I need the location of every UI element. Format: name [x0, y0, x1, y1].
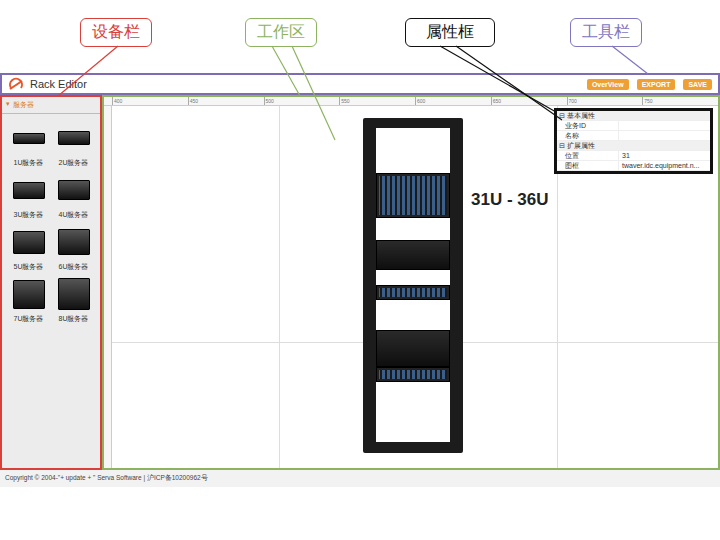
- annotation-lines: [0, 0, 720, 540]
- server-icon: [58, 278, 90, 310]
- device-group[interactable]: ▾服务器: [2, 97, 100, 114]
- ruler-tick: 750: [642, 97, 718, 105]
- property-box[interactable]: ⊟基本属性业务ID名称⊟扩展属性位置31图框twaver.idc.equipme…: [554, 108, 713, 174]
- expand-icon[interactable]: ▾: [6, 100, 10, 110]
- device-item[interactable]: 2U服务器: [51, 122, 96, 168]
- rack-label: 31U - 36U: [471, 190, 548, 210]
- logo-icon: [8, 77, 24, 91]
- device-panel: ▾服务器 1U服务器2U服务器3U服务器4U服务器5U服务器6U服务器7U服务器…: [0, 95, 102, 470]
- device-item[interactable]: 7U服务器: [6, 278, 51, 324]
- group-label: 服务器: [13, 100, 34, 110]
- rack-device[interactable]: [376, 240, 450, 270]
- annotation-area: 设备栏 工作区 属性框 工具栏: [0, 0, 720, 73]
- rack-device[interactable]: [376, 330, 450, 367]
- server-icon: [13, 122, 45, 154]
- property-group[interactable]: ⊟扩展属性: [557, 141, 710, 151]
- toolbar-buttons: OverView EXPORT SAVE: [587, 79, 712, 90]
- collapse-icon[interactable]: ⊟: [559, 141, 565, 150]
- rack-device[interactable]: [376, 173, 450, 218]
- workspace[interactable]: 400450500550600650700750 31U - 36U ⊟基本属性…: [102, 95, 720, 470]
- footer: Copyright © 2004-"+ update + " Serva Sof…: [0, 470, 720, 487]
- rack-device[interactable]: [376, 285, 450, 300]
- device-item[interactable]: 5U服务器: [6, 226, 51, 272]
- collapse-icon[interactable]: ⊟: [559, 111, 565, 120]
- property-group[interactable]: ⊟基本属性: [557, 111, 710, 121]
- toolbar-button[interactable]: OverView: [587, 79, 629, 90]
- grid-line: [279, 106, 280, 468]
- ruler-tick: 500: [264, 97, 340, 105]
- ruler-tick: 650: [491, 97, 567, 105]
- rack-device[interactable]: [376, 367, 450, 382]
- annotation-label: 工作区: [245, 18, 317, 47]
- property-row[interactable]: 名称: [557, 131, 710, 141]
- ruler-tick: 450: [188, 97, 264, 105]
- ruler-tick: 700: [567, 97, 643, 105]
- annotation-label: 工具栏: [570, 18, 642, 47]
- rack[interactable]: [363, 118, 463, 453]
- property-row[interactable]: 位置31: [557, 151, 710, 161]
- device-item[interactable]: 4U服务器: [51, 174, 96, 220]
- server-icon: [13, 226, 45, 258]
- ruler-tick: 400: [112, 97, 188, 105]
- annotation-label: 设备栏: [80, 18, 152, 47]
- device-item[interactable]: 8U服务器: [51, 278, 96, 324]
- toolbar: Rack Editor OverView EXPORT SAVE: [0, 73, 720, 95]
- app-title: Rack Editor: [30, 78, 87, 90]
- rack-editor: Rack Editor OverView EXPORT SAVE ▾服务器 1U服务…: [0, 73, 720, 487]
- server-icon: [13, 278, 45, 310]
- property-row[interactable]: 图框twaver.idc.equipment.n...: [557, 161, 710, 171]
- device-item[interactable]: 1U服务器: [6, 122, 51, 168]
- server-icon: [58, 122, 90, 154]
- annotation-label: 属性框: [405, 18, 495, 47]
- device-item[interactable]: 6U服务器: [51, 226, 96, 272]
- ruler-tick: 600: [415, 97, 491, 105]
- ruler-tick: 550: [339, 97, 415, 105]
- server-icon: [13, 174, 45, 206]
- left-ruler: [104, 106, 112, 468]
- device-item[interactable]: 3U服务器: [6, 174, 51, 220]
- server-icon: [58, 226, 90, 258]
- server-icon: [58, 174, 90, 206]
- property-row[interactable]: 业务ID: [557, 121, 710, 131]
- toolbar-button[interactable]: SAVE: [683, 79, 712, 90]
- toolbar-button[interactable]: EXPORT: [637, 79, 676, 90]
- top-ruler: 400450500550600650700750: [104, 97, 718, 106]
